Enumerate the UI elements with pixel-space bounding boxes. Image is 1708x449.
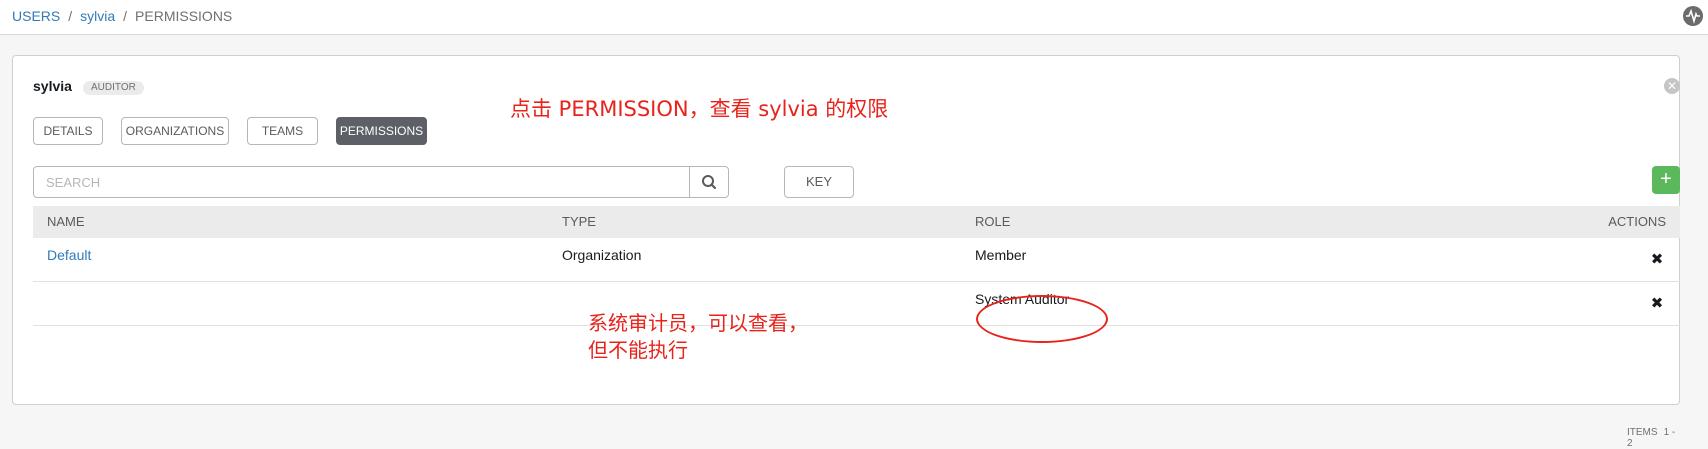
permission-type: Organization [562,247,642,263]
column-header-actions: ACTIONS [1608,214,1666,229]
table-row: System Auditor ✖ [33,282,1680,326]
search-box [33,166,729,198]
remove-permission-icon[interactable]: ✖ [1650,250,1664,270]
permission-role: Member [975,247,1027,263]
permission-resource-link[interactable]: Default [47,247,91,263]
permissions-panel: sylvia AUDITOR ✕ DETAILS ORGANIZATIONS T… [12,55,1680,449]
annotation-circle [976,295,1108,343]
add-permission-button[interactable]: + [1652,166,1680,194]
column-header-role: ROLE [975,214,1011,229]
activity-stream-icon[interactable] [1683,6,1703,26]
table-row: Default Organization Member ✖ [33,238,1680,282]
search-button[interactable] [689,167,728,197]
search-input[interactable] [34,167,689,197]
tab-teams[interactable]: TEAMS [247,117,318,145]
breadcrumb: USERS / sylvia / PERMISSIONS [12,7,232,25]
tab-details[interactable]: DETAILS [33,117,103,145]
breadcrumb-users-link[interactable]: USERS [12,8,60,24]
breadcrumb-current: PERMISSIONS [135,8,233,24]
key-button[interactable]: KEY [784,166,854,198]
user-name: sylvia [33,78,72,94]
remove-permission-icon[interactable]: ✖ [1650,294,1664,314]
top-bar: USERS / sylvia / PERMISSIONS [0,0,1708,35]
tab-organizations[interactable]: ORGANIZATIONS [121,117,229,145]
breadcrumb-separator: / [123,8,128,24]
search-icon [702,175,717,190]
breadcrumb-user-link[interactable]: sylvia [80,8,115,24]
annotation-note: 系统审计员，可以查看， 但不能执行 [588,310,808,364]
table-header: NAME TYPE ROLE ACTIONS [33,206,1680,238]
tab-permissions[interactable]: PERMISSIONS [336,117,427,145]
close-icon[interactable]: ✕ [1664,78,1680,94]
annotation-note-line: 系统审计员，可以查看， [588,311,808,335]
pagination-info: ITEMS 1 - 2 [1627,427,1679,449]
annotation-top: 点击 PERMISSION，查看 sylvia 的权限 [510,97,889,121]
column-header-name[interactable]: NAME [47,206,85,238]
user-role-badge: AUDITOR [83,81,144,95]
items-label: ITEMS [1627,427,1658,438]
annotation-note-line: 但不能执行 [588,338,688,362]
breadcrumb-separator: / [68,8,73,24]
column-header-type[interactable]: TYPE [562,206,596,238]
